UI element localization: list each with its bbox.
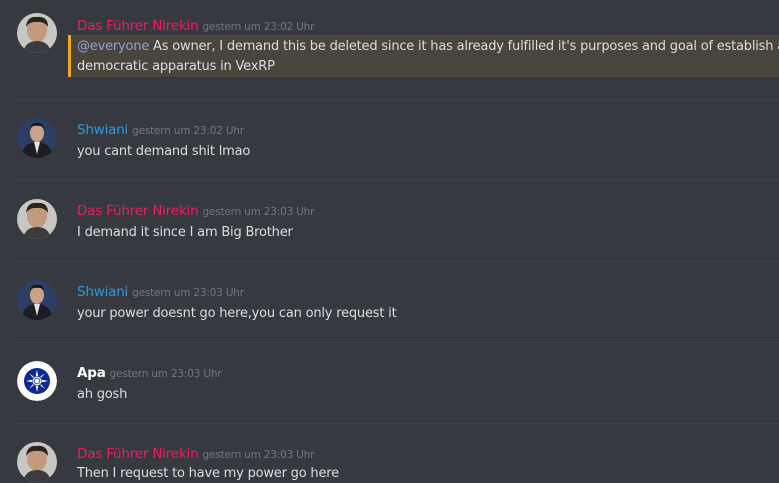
message-text: As owner, I demand this be deleted since… xyxy=(149,39,779,54)
message-divider xyxy=(15,342,779,343)
avatar-shwiani[interactable] xyxy=(17,280,57,320)
timestamp: gestern um 23:02 Uhr xyxy=(202,21,315,33)
username[interactable]: Apa xyxy=(77,365,106,381)
timestamp: gestern um 23:03 Uhr xyxy=(109,368,222,380)
username[interactable]: Das Führer Nirekin xyxy=(77,446,199,462)
message-text: you cant demand shit lmao xyxy=(77,144,251,159)
message-header: Shwiani gestern um 23:02 Uhr xyxy=(77,120,244,140)
message-header: Das Führer Nirekin gestern um 23:02 Uhr xyxy=(77,16,314,36)
message-text: ah gosh xyxy=(77,387,128,402)
message-divider xyxy=(15,423,779,424)
avatar-apa[interactable] xyxy=(17,361,57,401)
message-content-line2: democratic apparatus in VexRP xyxy=(77,59,275,74)
message-text: Then I request to have my power go here xyxy=(77,466,339,481)
message-header: Das Führer Nirekin gestern um 23:03 Uhr xyxy=(77,444,314,464)
username[interactable]: Das Führer Nirekin xyxy=(77,203,199,219)
avatar-shwiani[interactable] xyxy=(17,118,57,158)
username[interactable]: Das Führer Nirekin xyxy=(77,18,199,34)
everyone-mention[interactable]: @everyone xyxy=(77,39,149,54)
avatar-nirekin[interactable] xyxy=(17,199,57,239)
message-header: Das Führer Nirekin gestern um 23:03 Uhr xyxy=(77,201,314,221)
message-header: Shwiani gestern um 23:03 Uhr xyxy=(77,282,244,302)
chat-message-list: Das Führer Nirekin gestern um 23:02 Uhr @… xyxy=(0,0,779,483)
message-text: I demand it since I am Big Brother xyxy=(77,225,293,240)
message-header: Apa gestern um 23:03 Uhr xyxy=(77,363,222,383)
timestamp: gestern um 23:03 Uhr xyxy=(202,449,315,461)
username[interactable]: Shwiani xyxy=(77,122,128,138)
message-divider xyxy=(15,180,779,181)
message-divider xyxy=(15,261,779,262)
timestamp: gestern um 23:02 Uhr xyxy=(132,125,244,137)
avatar-nirekin[interactable] xyxy=(17,442,57,482)
timestamp: gestern um 23:03 Uhr xyxy=(132,287,244,299)
message-text: your power doesnt go here,you can only r… xyxy=(77,306,397,321)
timestamp: gestern um 23:03 Uhr xyxy=(202,206,315,218)
message-divider xyxy=(15,99,779,100)
username[interactable]: Shwiani xyxy=(77,284,128,300)
avatar-nirekin[interactable] xyxy=(17,13,57,53)
message-content: @everyone As owner, I demand this be del… xyxy=(77,37,779,57)
